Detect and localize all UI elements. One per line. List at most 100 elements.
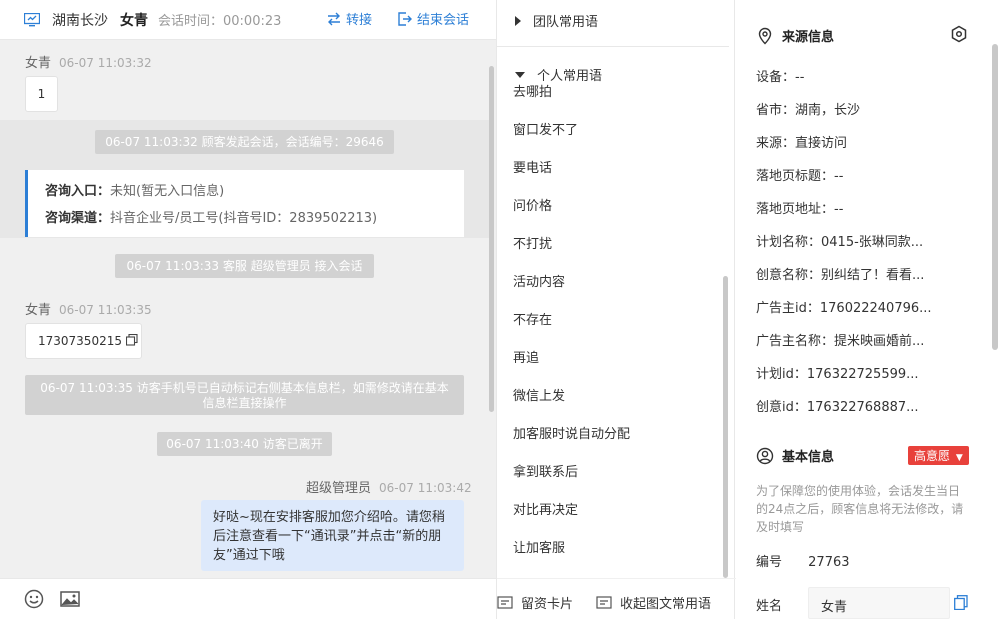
location-pin-icon (758, 27, 772, 44)
customer-info-panel: 来源信息 设备：-- 省市：湖南，长沙 来源：直接访问 落地页标题：-- 落地页… (736, 0, 1002, 619)
source-row-plan-id: 计划id：176322725599... (756, 363, 919, 382)
message-time: 06-07 11:03:42 (379, 481, 472, 495)
intent-level-dropdown[interactable]: 高意愿 ▼ (908, 446, 969, 465)
settings-icon[interactable] (950, 25, 968, 43)
message-time: 06-07 11:03:32 (59, 56, 152, 70)
phrase-item[interactable]: 窗口发不了 (513, 119, 578, 138)
source-row-advertiser-name: 广告主名称：提米映画婚前... (756, 330, 924, 349)
copy-icon[interactable] (125, 333, 138, 346)
phrase-item[interactable]: 微信上发 (513, 385, 565, 404)
source-row-origin: 来源：直接访问 (756, 132, 847, 151)
phrase-item[interactable]: 问价格 (513, 195, 552, 214)
user-icon (756, 447, 774, 464)
dropdown-caret-icon: ▼ (955, 453, 963, 463)
row-value: -- (834, 169, 844, 184)
consult-entry-value: 未知(暂无入口信息) (110, 184, 225, 199)
row-label: 创意id： (756, 400, 807, 415)
consult-channel-label: 咨询渠道： (45, 211, 111, 226)
intent-level-value: 高意愿 (914, 449, 951, 463)
row-value: 176022240796... (819, 301, 932, 316)
sender-name: 女青 (25, 56, 52, 71)
chat-scrollbar[interactable] (489, 66, 494, 412)
end-session-label: 结束会话 (417, 13, 470, 28)
basic-info-header: 基本信息 (756, 446, 834, 465)
collapsed-arrow-icon (515, 15, 521, 26)
row-value: 176322725599... (806, 367, 919, 382)
row-label: 创意名称： (756, 268, 822, 283)
phrase-item[interactable]: 对比再决定 (513, 499, 578, 518)
chat-panel: 湖南长沙 女青 会话时间：00:00:23 转接 结束会话 女青 06-07 11… (0, 0, 496, 619)
phrase-panel: 团队常用语 个人常用语 去哪拍 窗口发不了 要电话 问价格 不打扰 活动内容 不… (496, 0, 736, 619)
visitor-message-bubble: 1 (25, 76, 58, 112)
system-notice: 06-07 11:03:33 客服 超级管理员 接入会话 (115, 254, 374, 278)
row-label: 广告主id： (756, 301, 820, 316)
transfer-button[interactable]: 转接 (326, 9, 372, 28)
lead-card-button[interactable]: 留资卡片 (497, 593, 573, 612)
source-row-landing-url: 落地页地址：-- (756, 198, 843, 217)
source-row-advertiser-id: 广告主id：176022240796... (756, 297, 932, 316)
consult-info-card: 咨询入口：未知(暂无入口信息) 咨询渠道：抖音企业号/员工号(抖音号ID：283… (25, 170, 464, 237)
visitor-name: 女青 (120, 12, 148, 29)
phrase-item[interactable]: 不打扰 (513, 233, 552, 252)
card-icon (497, 595, 513, 609)
collapse-phrases-button[interactable]: 收起图文常用语 (596, 593, 711, 612)
row-value: 提米映画婚前... (834, 334, 925, 349)
phrase-item[interactable]: 拿到联系后 (513, 461, 578, 480)
source-row-landing-title: 落地页标题：-- (756, 165, 843, 184)
row-label: 计划id： (756, 367, 807, 382)
team-phrases-label: 团队常用语 (533, 15, 599, 30)
transfer-icon (328, 12, 340, 25)
message-sender: 女青 06-07 11:03:35 (25, 299, 152, 318)
row-value: -- (795, 70, 805, 85)
team-phrases-group[interactable]: 团队常用语 (515, 11, 598, 30)
divider (497, 46, 729, 47)
system-notice: 06-07 11:03:35 访客手机号已自动标记右侧基本信息栏，如需修改请在基… (25, 375, 464, 415)
customer-id-label: 编号 (756, 555, 783, 570)
phone-number-text: 17307350215 (38, 334, 122, 348)
source-row-device: 设备：-- (756, 66, 804, 85)
lead-card-label: 留资卡片 (521, 597, 574, 612)
phrase-item[interactable]: 去哪拍 (513, 81, 552, 100)
end-session-button[interactable]: 结束会话 (397, 9, 469, 28)
consult-channel: 咨询渠道：抖音企业号/员工号(抖音号ID：2839502213) (45, 207, 464, 226)
source-row-region: 省市：湖南，长沙 (756, 99, 860, 118)
phrase-item[interactable]: 让加客服 (513, 537, 565, 556)
sender-name: 超级管理员 (306, 481, 372, 496)
agent-message-bubble: 好哒~现在安排客服加您介绍哈。请您稍后注意查看一下“通讯录”并点击“新的朋友”通… (201, 500, 464, 571)
row-label: 来源： (756, 136, 796, 151)
message-sender: 超级管理员 06-07 11:03:42 (306, 477, 472, 496)
phrase-item[interactable]: 活动内容 (513, 271, 565, 290)
source-row-creative-id: 创意id：176322768887... (756, 396, 919, 415)
monitor-icon (24, 12, 40, 26)
consult-entry: 咨询入口：未知(暂无入口信息) (45, 180, 464, 207)
info-scrollbar[interactable] (992, 44, 998, 350)
customer-name-field[interactable]: 女青 (808, 587, 950, 619)
message-sender: 女青 06-07 11:03:32 (25, 52, 152, 71)
basic-info-title: 基本信息 (782, 450, 835, 465)
session-timer: 会话时间：00:00:23 (158, 14, 282, 29)
phrase-scrollbar[interactable] (723, 276, 728, 578)
phrase-item[interactable]: 要电话 (513, 157, 552, 176)
message-icon (596, 595, 612, 609)
source-row-plan-name: 计划名称：0415-张琳同款... (756, 231, 923, 250)
row-value: 湖南，长沙 (795, 103, 861, 118)
customer-id-row: 编号 27763 (756, 551, 850, 570)
row-value: 176322768887... (806, 400, 919, 415)
emoji-icon[interactable] (24, 589, 44, 609)
row-value: 直接访问 (795, 136, 848, 151)
row-label: 落地页地址： (756, 202, 835, 217)
message-list[interactable]: 女青 06-07 11:03:32 1 06-07 11:03:32 顾客发起会话… (0, 40, 496, 578)
edit-deadline-note: 为了保障您的使用体验，会话发生当日的24点之后，顾客信息将无法修改，请及时填写 (756, 484, 964, 534)
transfer-label: 转接 (346, 13, 373, 28)
visitor-message-bubble: 17307350215 (25, 323, 142, 359)
source-info-header: 来源信息 (756, 26, 834, 45)
phrase-item[interactable]: 再追 (513, 347, 539, 366)
phrase-item[interactable]: 加客服时说自动分配 (513, 423, 630, 442)
system-notice: 06-07 11:03:40 访客已离开 (157, 432, 332, 456)
phrase-item[interactable]: 不存在 (513, 309, 552, 328)
copy-icon[interactable] (954, 595, 968, 610)
row-value: -- (834, 202, 844, 217)
phrase-footer: 留资卡片 收起图文常用语 (497, 578, 736, 619)
image-icon[interactable] (60, 589, 80, 609)
consult-channel-value: 抖音企业号/员工号(抖音号ID：2839502213) (110, 211, 378, 226)
